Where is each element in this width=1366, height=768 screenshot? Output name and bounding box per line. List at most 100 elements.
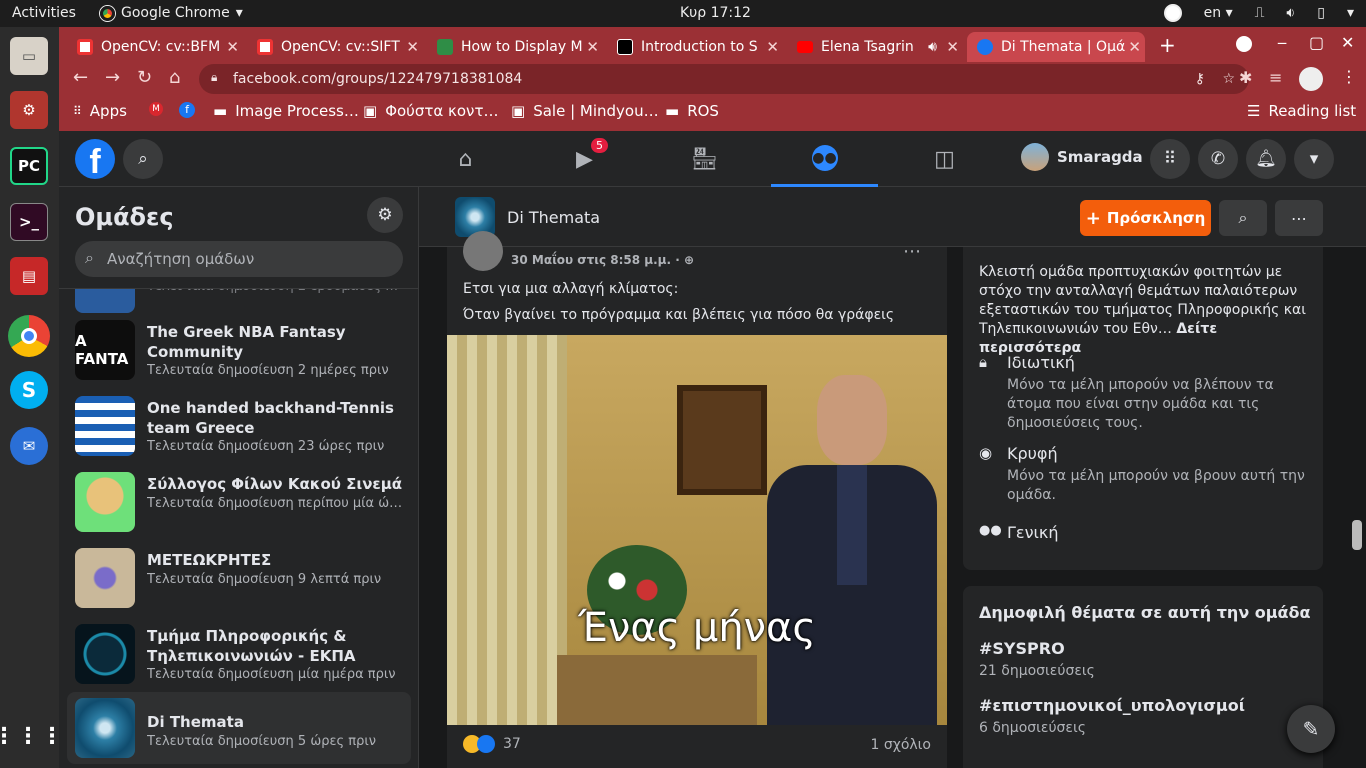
group-search-button[interactable]: ⌕ (1219, 200, 1267, 236)
group-name[interactable]: Di Themata (507, 208, 600, 227)
comment-count[interactable]: 1 σχόλιο (871, 737, 931, 753)
group-item[interactable]: ΜΕΤΕΩΚΡΗΤΕΣ Τελευταία δημοσίευση 9 λεπτά… (67, 542, 411, 614)
bookmark-apps[interactable]: ⠿ Apps (73, 102, 127, 120)
settings-icon[interactable]: ⚙ (10, 91, 48, 129)
nav-groups-icon[interactable]: ●● (771, 131, 878, 187)
bookmark-ros[interactable]: ▬ ROS (665, 102, 719, 120)
clock[interactable]: Κυρ 17:12 (680, 5, 751, 21)
files-icon[interactable]: ▭ (10, 37, 48, 75)
thunderbird-icon[interactable]: ✉ (10, 427, 48, 465)
topic-tag[interactable]: #SYSPRO (979, 639, 1065, 658)
close-tab-icon[interactable]: ✕ (226, 38, 239, 56)
nav-gaming-icon[interactable]: ◫ (891, 131, 998, 187)
red-app-icon[interactable]: ▤ (10, 257, 48, 295)
back-icon[interactable]: ← (73, 67, 88, 88)
account-caret-icon[interactable]: ▾ (1294, 139, 1334, 179)
more-options-button[interactable]: ⋯ (1275, 200, 1323, 236)
notifications-bell-icon[interactable]: 🔔︎ (1246, 139, 1286, 179)
close-tab-icon[interactable]: ✕ (586, 38, 599, 56)
post-options-icon[interactable]: ⋯ (903, 241, 921, 262)
invite-button[interactable]: + Πρόσκληση (1080, 200, 1211, 236)
chrome-menu-icon[interactable]: ⋮ (1341, 67, 1357, 86)
notification-circle-icon[interactable] (1163, 4, 1182, 22)
close-tab-icon[interactable]: ✕ (946, 38, 959, 56)
battery-icon[interactable]: ▯ (1317, 5, 1325, 21)
bookmark-mega[interactable]: M (149, 102, 163, 116)
tab-display[interactable]: How to Display M ✕ (437, 32, 603, 62)
nav-marketplace-icon[interactable]: 🏪︎ (651, 131, 758, 187)
pycharm-icon[interactable]: PC (10, 147, 48, 185)
language-indicator[interactable]: en ▾ (1204, 5, 1233, 21)
group-item[interactable]: Σύλλογος Φίλων Κακού Σινεμά Τελευταία δη… (67, 466, 411, 538)
apps-grid-icon: ⠿ (73, 104, 82, 118)
bookmark-image-processing[interactable]: ▬ Image Process… (213, 102, 359, 120)
activities-button[interactable]: Activities (12, 5, 76, 21)
close-tab-icon[interactable]: ✕ (766, 38, 779, 56)
tab-search-icon[interactable] (1236, 36, 1252, 52)
facebook-logo[interactable]: f (75, 139, 115, 181)
search-icon: ⌕ (85, 248, 94, 267)
groups-settings-icon[interactable]: ⚙ (367, 197, 403, 233)
bookmark-skirt[interactable]: ▣ Φούστα κοντ… (363, 102, 498, 120)
tab-opencv-sift[interactable]: OpenCV: cv::SIFT ✕ (257, 32, 423, 62)
facebook-header: f ⌕ ⌂ ▶ 5 🏪︎ ●● ◫ Smaragda ⠿ ✆ 🔔︎ ▾ (59, 131, 1366, 187)
terminal-icon[interactable]: >_ (10, 203, 48, 241)
tab-opencv-bfm[interactable]: OpenCV: cv::BFM ✕ (77, 32, 243, 62)
network-icon[interactable]: ⎍ (1255, 5, 1265, 21)
new-tab-icon[interactable]: + (1159, 33, 1176, 57)
key-icon[interactable]: ⚷ (1195, 71, 1205, 87)
close-tab-icon[interactable]: ✕ (1128, 38, 1141, 56)
address-bar[interactable]: 🔒︎ facebook.com/groups/122479718381084 ⚷… (199, 64, 1249, 94)
lock-icon: 🔒︎ (211, 70, 218, 84)
profile-chip[interactable]: Smaragda (1021, 143, 1143, 171)
new-message-button[interactable]: ✎ (1287, 705, 1335, 753)
tab-youtube[interactable]: Elena Tsagrin 🔊︎ ✕ (797, 32, 963, 62)
extensions-icon[interactable]: ✱ (1239, 68, 1252, 87)
bookmark-facebook[interactable]: f (179, 102, 195, 118)
tab-label: OpenCV: cv::SIFT (281, 39, 400, 55)
nav-home-icon[interactable]: ⌂ (412, 131, 519, 187)
reload-icon[interactable]: ↻ (137, 67, 152, 88)
maximize-icon[interactable]: ▢ (1309, 33, 1324, 52)
app-menu[interactable]: Google Chrome ▾ (100, 5, 243, 21)
menu-grid-icon[interactable]: ⠿ (1150, 139, 1190, 179)
close-tab-icon[interactable]: ✕ (406, 38, 419, 56)
profile-avatar[interactable] (1299, 67, 1323, 91)
messenger-icon[interactable]: ✆ (1198, 139, 1238, 179)
post-date[interactable]: 30 Μαΐου στις 8:58 μ.μ. · ⊕ (511, 253, 694, 267)
fb-search-icon[interactable]: ⌕ (123, 139, 163, 179)
minimize-icon[interactable]: ‒ (1277, 33, 1287, 52)
post-text-line: Ετσι για μια αλλαγή κλίματος: (463, 281, 679, 297)
bookmark-star-icon[interactable]: ☆ (1222, 71, 1235, 87)
forward-icon[interactable]: → (105, 67, 120, 88)
post-image[interactable]: Ένας μήνας (447, 335, 947, 725)
group-thumbnail (75, 624, 135, 684)
tab-di-themata[interactable]: Di Themata | Ομά ✕ (967, 32, 1145, 62)
like-icon (477, 735, 495, 753)
group-item[interactable]: One handed backhand-Tennis team Greece Τ… (67, 390, 411, 462)
topic-tag[interactable]: #επιστημονικοί_υπολογισμοί (979, 696, 1245, 715)
reading-list[interactable]: ☰ Reading list (1247, 102, 1356, 120)
page-scrollbar[interactable] (1352, 520, 1362, 550)
author-avatar[interactable] (463, 231, 503, 271)
bookmark-sale[interactable]: ▣ Sale | Mindyou… (511, 102, 659, 120)
post-card: 30 Μαΐου στις 8:58 μ.μ. · ⊕ ⋯ Ετσι για μ… (447, 231, 947, 768)
media-icon[interactable]: ≡ (1269, 68, 1282, 87)
tab-label: How to Display M (461, 39, 583, 55)
group-item[interactable]: Τμήμα Πληροφορικής & Τηλεπικοινωνιών - Ε… (67, 618, 411, 690)
group-search-input[interactable]: ⌕ Αναζήτηση ομάδων (75, 241, 403, 277)
group-item[interactable]: A FANTA The Greek NBA Fantasy Community … (67, 314, 411, 386)
user-avatar (1021, 143, 1049, 171)
tab-introduction[interactable]: Introduction to S ✕ (617, 32, 783, 62)
home-icon[interactable]: ⌂ (169, 67, 180, 88)
speaker-icon[interactable]: 🔊︎ (928, 39, 937, 55)
volume-icon[interactable]: 🔉︎ (1286, 5, 1295, 21)
close-window-icon[interactable]: ✕ (1341, 33, 1354, 52)
group-item-selected[interactable]: Di Themata Τελευταία δημοσίευση 5 ώρες π… (67, 692, 411, 764)
power-menu-icon[interactable]: ▾ (1347, 5, 1354, 21)
nav-watch-icon[interactable]: ▶ 5 (531, 131, 638, 187)
chrome-dock-icon[interactable] (8, 315, 50, 357)
skype-icon[interactable]: S (10, 371, 48, 409)
reaction-icons[interactable]: 37 (463, 735, 521, 753)
show-apps-icon[interactable]: ⋮⋮⋮ (0, 717, 63, 755)
